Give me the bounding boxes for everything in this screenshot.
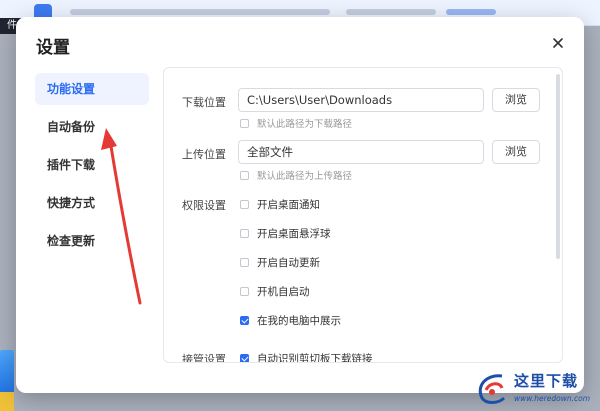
sidebar-item-function-settings[interactable]: 功能设置: [35, 73, 149, 105]
settings-dialog: 设置 功能设置 自动备份 插件下载 快捷方式 检查更新 下载位置 C:\User…: [16, 17, 584, 393]
sidebar-item-check-update[interactable]: 检查更新: [35, 225, 149, 257]
watermark-text: 这里下载: [514, 372, 579, 390]
checkbox-checked[interactable]: [240, 354, 249, 362]
option-label: 开机自启动: [257, 286, 310, 298]
sidebar-item-plugin-download[interactable]: 插件下载: [35, 149, 149, 181]
option-clipboard-link-detect[interactable]: 自动识别剪切板下载链接: [240, 351, 373, 363]
blurred-notice-link: [446, 9, 496, 15]
option-label: 在我的电脑中展示: [257, 315, 341, 327]
option-label: 开启自动更新: [257, 257, 320, 269]
option-auto-update[interactable]: 开启自动更新: [240, 255, 320, 270]
blurred-notice-text-2: [346, 9, 436, 15]
dialog-title: 设置: [36, 38, 70, 58]
permissions-label: 权限设置: [182, 199, 226, 212]
sidebar-item-auto-backup[interactable]: 自动备份: [35, 111, 149, 143]
upload-default-label: 默认此路径为上传路径: [257, 171, 353, 182]
download-location-label: 下载位置: [182, 96, 226, 109]
sidebar-item-shortcuts[interactable]: 快捷方式: [35, 187, 149, 219]
download-default-checkbox[interactable]: [240, 118, 249, 128]
option-desktop-notification[interactable]: 开启桌面通知: [240, 197, 320, 212]
option-label: 自动识别剪切板下载链接: [257, 353, 373, 363]
blurred-notice-text: [70, 9, 330, 15]
download-browse-button[interactable]: 浏览: [492, 88, 540, 112]
upload-location-label: 上传位置: [182, 148, 226, 161]
panel-scrollbar[interactable]: [556, 74, 560, 259]
checkbox[interactable]: [240, 229, 249, 238]
upload-default-option[interactable]: 默认此路径为上传路径: [240, 168, 352, 182]
upload-browse-button[interactable]: 浏览: [492, 140, 540, 164]
upload-default-checkbox[interactable]: [240, 170, 249, 180]
option-start-on-boot[interactable]: 开机自启动: [240, 284, 310, 299]
option-label: 开启桌面悬浮球: [257, 228, 331, 240]
download-default-option[interactable]: 默认此路径为下载路径: [240, 116, 352, 130]
settings-panel: 下载位置 C:\Users\User\Downloads 浏览 默认此路径为下载…: [163, 67, 563, 363]
option-label: 开启桌面通知: [257, 199, 320, 211]
takeover-label: 接管设置: [182, 353, 226, 363]
background-app-edge-2: [0, 392, 14, 411]
close-icon[interactable]: [550, 35, 566, 51]
download-path-input[interactable]: C:\Users\User\Downloads: [238, 88, 484, 112]
option-desktop-floating-ball[interactable]: 开启桌面悬浮球: [240, 226, 331, 241]
checkbox[interactable]: [240, 287, 249, 296]
watermark: 这里下载 www.heredown.com: [470, 366, 600, 411]
checkbox[interactable]: [240, 258, 249, 267]
upload-path-input[interactable]: 全部文件: [238, 140, 484, 164]
watermark-logo-icon: [478, 374, 506, 404]
download-default-label: 默认此路径为下载路径: [257, 119, 353, 130]
checkbox-checked[interactable]: [240, 316, 249, 325]
checkbox[interactable]: [240, 200, 249, 209]
option-show-in-my-computer[interactable]: 在我的电脑中展示: [240, 313, 341, 328]
watermark-url: www.heredown.com: [514, 394, 591, 403]
